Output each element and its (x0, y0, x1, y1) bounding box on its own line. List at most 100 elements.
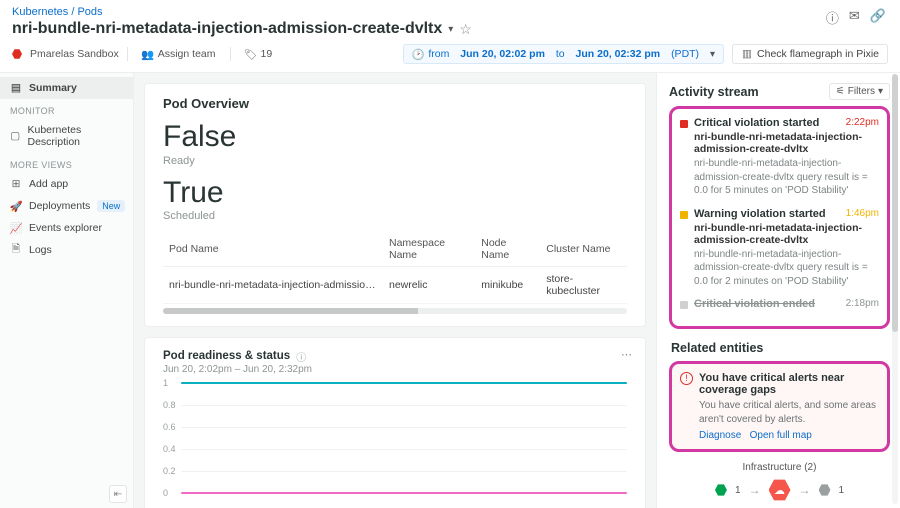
entity-count: 1 (839, 485, 845, 496)
pod-overview-card: Pod Overview False Ready True Scheduled … (144, 83, 646, 327)
mail-icon[interactable]: ✉ (849, 8, 860, 27)
series-ready (181, 492, 627, 494)
open-full-map-link[interactable]: Open full map (750, 430, 812, 441)
pixie-flamegraph-button[interactable]: ▥ Check flamegraph in Pixie (732, 44, 888, 64)
activity-title: Critical violation started (694, 117, 840, 129)
info-icon[interactable]: ⓘ (295, 350, 307, 362)
entity-hex-icon[interactable] (819, 484, 831, 496)
plus-icon: ⊞ (10, 178, 22, 190)
pod-table: Pod Name Namespace Name Node Name Cluste… (163, 232, 627, 304)
chevron-down-icon: ▾ (710, 49, 715, 60)
sidebar-item-label: Summary (29, 82, 77, 94)
scheduled-label: Scheduled (163, 210, 627, 222)
chevron-down-icon[interactable]: ▾ (448, 24, 453, 35)
activity-title: Warning violation started (694, 208, 840, 220)
filters-button[interactable]: ⚟ Filters ▾ (829, 83, 890, 100)
doc-icon: ▢ (10, 130, 21, 142)
activity-item[interactable]: Critical violation ended 2:18pm (680, 298, 879, 310)
activity-stream-highlight: Critical violation started 2:22pm nri-bund… (669, 106, 890, 329)
right-panel: Activity stream ⚟ Filters ▾ Critical vio… (656, 73, 900, 508)
tag-icon: 🏷 (245, 48, 257, 60)
card-menu-button[interactable]: ⋯ (621, 348, 633, 361)
activity-item[interactable]: Critical violation started 2:22pm nri-bund… (680, 117, 879, 198)
activity-title: Critical violation ended (694, 298, 840, 310)
table-scrollbar[interactable] (163, 308, 627, 314)
rocket-icon: 🚀 (10, 200, 22, 212)
activity-time: 2:18pm (846, 298, 879, 309)
related-entities-title: Related entities (671, 341, 890, 355)
severity-icon (680, 120, 688, 128)
sidebar-item-summary[interactable]: ▤ Summary (0, 77, 133, 99)
col-node[interactable]: Node Name (475, 232, 540, 267)
ready-value: False (163, 121, 627, 153)
entity-hex-icon[interactable]: ☁ (769, 479, 791, 501)
summary-icon: ▤ (10, 82, 22, 94)
activity-stream-title: Activity stream (669, 85, 759, 99)
entity-meta-bar: Pmarelas Sandbox 👥 Assign team 🏷 19 🕑 fr… (0, 40, 900, 73)
series-scheduled (181, 382, 627, 384)
new-badge: New (97, 200, 125, 212)
activity-entity: nri-bundle-nri-metadata-injection-admiss… (694, 222, 879, 246)
activity-desc: nri-bundle-nri-metadata-injection-admiss… (694, 248, 879, 289)
sidebar-item-k8s-description[interactable]: ▢ Kubernetes Description (0, 119, 133, 153)
page-title: nri-bundle-nri-metadata-injection-admiss… (12, 20, 442, 38)
sidebar-item-logs[interactable]: 🗎 Logs (0, 239, 133, 261)
share-icon[interactable]: 🔗 (870, 8, 886, 27)
entity-count: 1 (735, 485, 741, 496)
col-namespace[interactable]: Namespace Name (383, 232, 475, 267)
page-scrollbar[interactable] (892, 74, 898, 504)
sidebar-section-monitor: MONITOR (0, 99, 133, 119)
main-content: Pod Overview False Ready True Scheduled … (134, 73, 656, 508)
help-icon[interactable]: ⓘ (826, 8, 839, 27)
assign-team-button[interactable]: 👥 Assign team (136, 46, 222, 62)
pod-readiness-card: Pod readiness & status ⓘ Jun 20, 2:02pm … (144, 337, 646, 508)
activity-time: 2:22pm (846, 117, 879, 128)
sidebar-item-label: Logs (29, 244, 52, 256)
diagnose-link[interactable]: Diagnose (699, 430, 741, 441)
filter-icon: ⚟ (836, 86, 845, 97)
entity-hex-icon[interactable] (715, 484, 727, 496)
sidebar-item-events-explorer[interactable]: 📈 Events explorer (0, 217, 133, 239)
infra-label: Infrastructure (2) (669, 462, 890, 473)
activity-entity: nri-bundle-nri-metadata-injection-admiss… (694, 131, 879, 155)
star-icon[interactable]: ☆ (459, 21, 472, 38)
alert-description: You have critical alerts, and some areas… (699, 399, 879, 426)
sidebar-item-label: Kubernetes Description (28, 124, 124, 148)
card-title: Pod readiness & status (163, 350, 290, 362)
severity-icon (680, 301, 688, 309)
breadcrumb[interactable]: Kubernetes / Pods (12, 6, 888, 18)
alert-icon: ! (680, 372, 693, 385)
sidebar-item-label: Deployments (29, 200, 90, 212)
collapse-sidebar-button[interactable]: ⇤ (109, 485, 127, 503)
sidebar: ▤ Summary MONITOR ▢ Kubernetes Descripti… (0, 73, 134, 508)
alert-title: You have critical alerts near coverage g… (699, 372, 879, 396)
readiness-chart: 00.20.40.60.81 (181, 383, 627, 503)
table-row[interactable]: nri-bundle-nri-metadata-injection-admiss… (163, 267, 627, 304)
tags-button[interactable]: 🏷 19 (239, 46, 279, 62)
activity-item[interactable]: Warning violation started 1:46pm nri-bundl… (680, 208, 879, 289)
scheduled-value: True (163, 177, 627, 209)
activity-desc: nri-bundle-nri-metadata-injection-admiss… (694, 157, 879, 198)
account-pill[interactable]: Pmarelas Sandbox (30, 48, 119, 60)
sidebar-item-deployments[interactable]: 🚀 Deployments New (0, 195, 133, 217)
status-hex-icon (12, 49, 22, 59)
arrow-icon: → (749, 483, 761, 497)
people-icon: 👥 (142, 48, 154, 60)
activity-time: 1:46pm (846, 208, 879, 219)
sidebar-item-label: Add app (29, 178, 68, 190)
ready-label: Ready (163, 155, 627, 167)
chart-icon: 📈 (10, 222, 22, 234)
col-pod-name[interactable]: Pod Name (163, 232, 383, 267)
logs-icon: 🗎 (10, 244, 22, 256)
col-cluster[interactable]: Cluster Name (540, 232, 627, 267)
card-title: Pod Overview (163, 96, 627, 111)
card-time-range: Jun 20, 2:02pm – Jun 20, 2:32pm (163, 364, 627, 375)
severity-icon (680, 211, 688, 219)
clock-icon: 🕑 (412, 48, 424, 60)
time-range-picker[interactable]: 🕑 from Jun 20, 02:02 pm to Jun 20, 02:32… (403, 44, 724, 64)
sidebar-item-add-app[interactable]: ⊞ Add app (0, 173, 133, 195)
arrow-icon: → (799, 483, 811, 497)
related-entities-highlight: ! You have critical alerts near coverage… (669, 361, 890, 452)
flame-icon: ▥ (741, 48, 753, 60)
sidebar-item-label: Events explorer (29, 222, 102, 234)
